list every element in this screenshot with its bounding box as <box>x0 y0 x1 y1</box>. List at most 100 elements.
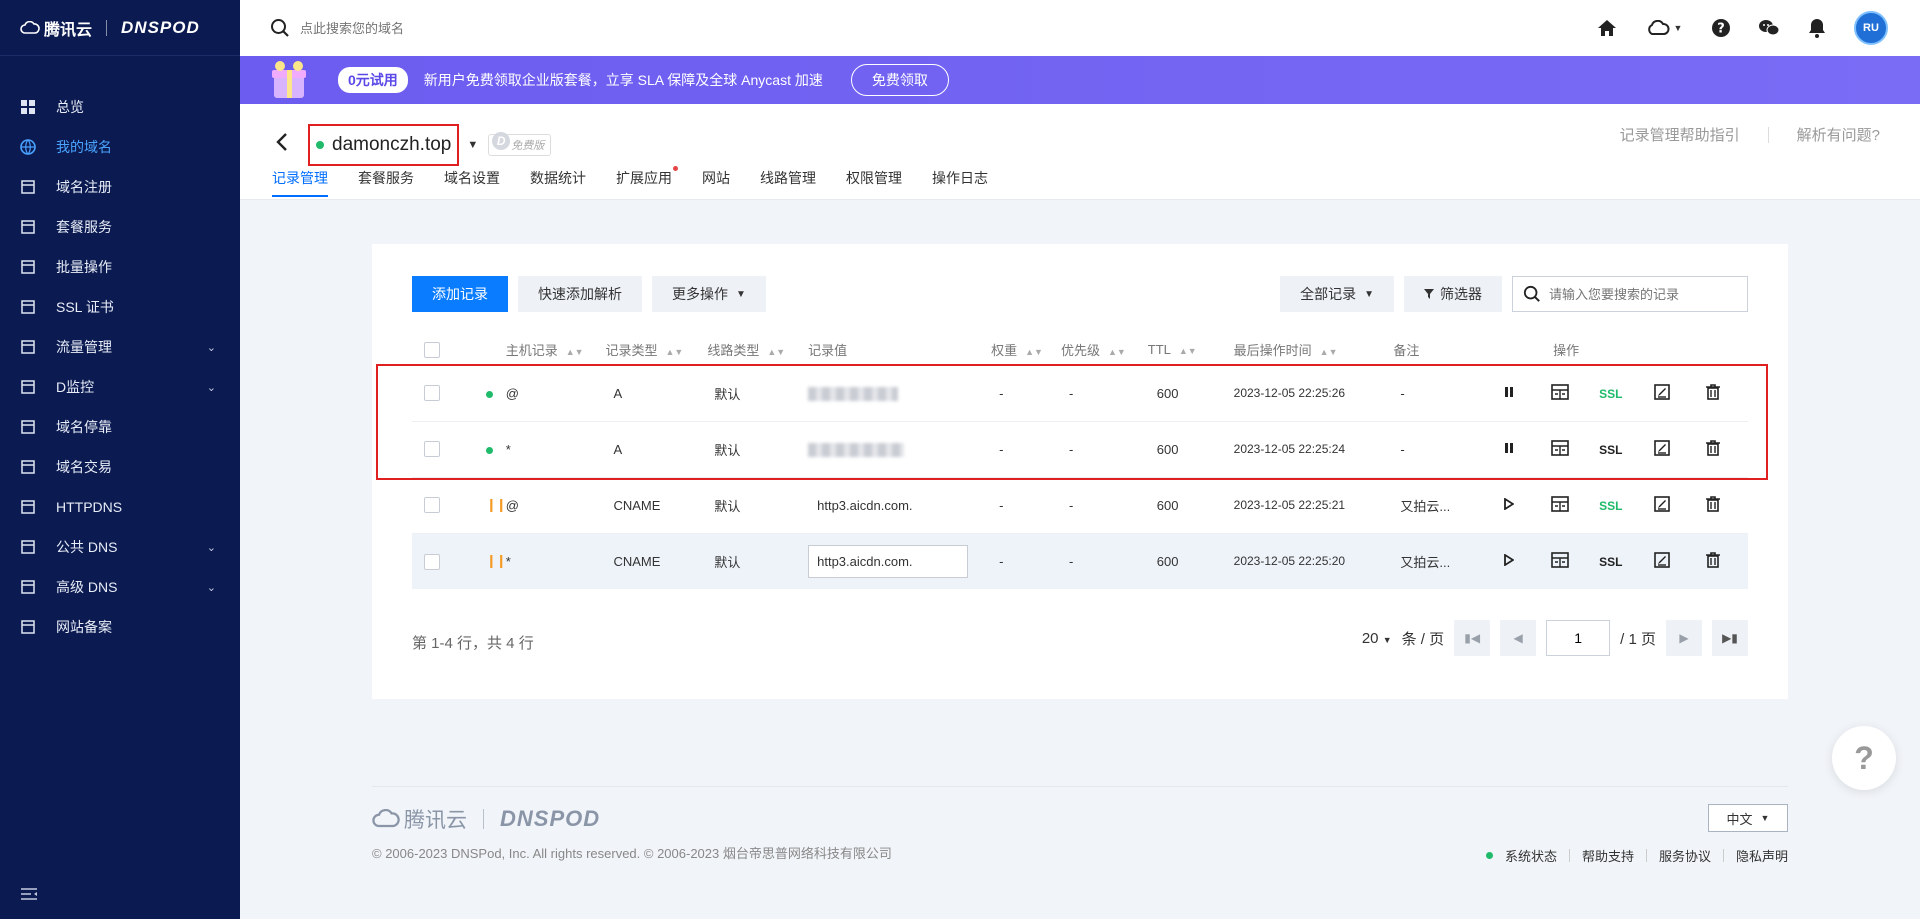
notification-bell-icon[interactable] <box>1806 17 1828 39</box>
ttl-cell: 600 <box>1156 385 1179 401</box>
type-cell: A <box>613 441 623 457</box>
tab-7[interactable]: 权限管理 <box>846 168 918 196</box>
edit-icon[interactable] <box>1652 439 1672 456</box>
table-row[interactable]: ❙❙ @ CNAME 默认 http3.aicdn.com. - - 600 2023-12-0… <box>412 476 1748 533</box>
footer-link-terms[interactable]: 服务协议 <box>1659 846 1711 865</box>
footer-link-support[interactable]: 帮助支持 <box>1582 846 1634 865</box>
quick-add-button[interactable]: 快速添加解析 <box>518 276 642 312</box>
sidebar-item-6[interactable]: 流量管理 ⌄ <box>0 327 240 367</box>
load-balance-icon[interactable] <box>1550 495 1570 512</box>
row-checkbox[interactable] <box>424 441 440 458</box>
pause-icon[interactable] <box>1499 386 1519 398</box>
footer-link-privacy[interactable]: 隐私声明 <box>1736 846 1788 865</box>
tab-5[interactable]: 网站 <box>702 168 746 196</box>
language-select[interactable]: 中文 ▼ <box>1708 804 1788 832</box>
sidebar-item-11[interactable]: 公共 DNS ⌄ <box>0 527 240 567</box>
ssl-button[interactable]: SSL <box>1599 499 1622 513</box>
tab-2[interactable]: 域名设置 <box>444 168 516 196</box>
domain-search-input[interactable] <box>300 20 600 36</box>
record-search-input[interactable] <box>1549 286 1729 302</box>
resolve-issue-link[interactable]: 解析有问题? <box>1797 124 1880 145</box>
value-header-label: 记录值 <box>808 343 848 359</box>
sidebar-item-9[interactable]: 域名交易 <box>0 447 240 487</box>
sidebar-item-8[interactable]: 域名停靠 <box>0 407 240 447</box>
cloud-products-icon[interactable]: ▼ <box>1644 17 1684 39</box>
help-guide-link[interactable]: 记录管理帮助指引 <box>1620 124 1740 145</box>
sidebar-item-5[interactable]: SSL 证书 <box>0 287 240 327</box>
tab-0[interactable]: 记录管理 <box>272 168 344 197</box>
last-page-icon[interactable]: ▶▮ <box>1712 620 1748 656</box>
load-balance-icon[interactable] <box>1550 551 1570 568</box>
sidebar-item-13[interactable]: 网站备案 <box>0 607 240 647</box>
sidebar-item-1[interactable]: 我的域名 <box>0 127 240 167</box>
sidebar-item-10[interactable]: HTTPDNS <box>0 487 240 527</box>
type-header[interactable]: 记录类型 ▲▼ <box>605 335 707 365</box>
delete-icon[interactable] <box>1703 551 1723 568</box>
tab-1[interactable]: 套餐服务 <box>358 168 430 196</box>
select-all-checkbox[interactable] <box>424 342 440 359</box>
delete-icon[interactable] <box>1703 495 1723 512</box>
sidebar-item-7[interactable]: D监控 ⌄ <box>0 367 240 407</box>
page-number-input[interactable] <box>1546 620 1611 656</box>
sidebar-item-2[interactable]: 域名注册 <box>0 167 240 207</box>
sidebar-item-0[interactable]: 总览 <box>0 87 240 127</box>
tab-8[interactable]: 操作日志 <box>932 168 1004 196</box>
row-checkbox[interactable] <box>424 553 440 570</box>
edit-icon[interactable] <box>1652 495 1672 512</box>
tab-4[interactable]: 扩展应用 <box>616 166 688 196</box>
table-row[interactable]: ❙❙ * CNAME 默认 http3.aicdn.com. - - 600 2023-12-0… <box>412 532 1748 589</box>
record-value[interactable]: http3.aicdn.com. <box>808 498 912 513</box>
load-balance-icon[interactable] <box>1550 439 1570 456</box>
sidebar-item-12[interactable]: 高级 DNS ⌄ <box>0 567 240 607</box>
priority-header[interactable]: 优先级 ▲▼ <box>1061 335 1148 365</box>
ssl-button[interactable]: SSL <box>1599 387 1622 401</box>
home-icon[interactable] <box>1596 17 1618 39</box>
ssl-button[interactable]: SSL <box>1599 443 1622 457</box>
line-header[interactable]: 线路类型 ▲▼ <box>707 335 808 365</box>
prev-page-icon[interactable]: ◀ <box>1500 620 1537 656</box>
tab-3[interactable]: 数据统计 <box>530 168 602 196</box>
help-icon[interactable]: ? <box>1710 17 1732 39</box>
host-header[interactable]: 主机记录 ▲▼ <box>506 335 606 365</box>
priority-cell: - <box>1068 441 1074 457</box>
wechat-icon[interactable] <box>1758 17 1780 39</box>
weight-header[interactable]: 权重 ▲▼ <box>991 335 1061 365</box>
ssl-button[interactable]: SSL <box>1599 555 1622 569</box>
record-value-box[interactable]: http3.aicdn.com. <box>808 544 969 578</box>
domain-dropdown-icon[interactable]: ▼ <box>467 139 478 151</box>
play-icon[interactable] <box>1499 553 1519 566</box>
table-row[interactable]: @ A 默认 - - 600 2023-12-05 22:25:26 - SSL <box>412 364 1748 421</box>
domain-selector[interactable]: damonczh.top <box>308 124 460 166</box>
sidebar-item-label: 域名注册 <box>56 179 112 195</box>
next-page-icon[interactable]: ▶ <box>1666 620 1702 656</box>
chevron-down-icon: ▼ <box>1760 813 1770 823</box>
table-row[interactable]: * A 默认 - - 600 2023-12-05 22:25:24 - SSL <box>412 420 1748 477</box>
row-checkbox[interactable] <box>424 497 440 514</box>
more-ops-button[interactable]: 更多操作 ▼ <box>652 276 766 312</box>
help-fab-button[interactable]: ? <box>1832 726 1896 790</box>
sidebar-item-4[interactable]: 批量操作 <box>0 247 240 287</box>
ttl-header[interactable]: TTL ▲▼ <box>1148 335 1234 365</box>
page-size-select[interactable]: 20 ▼ <box>1362 630 1392 647</box>
add-record-button[interactable]: 添加记录 <box>412 276 508 312</box>
filter-button[interactable]: 筛选器 <box>1404 276 1502 312</box>
pause-icon[interactable] <box>1499 442 1519 454</box>
sidebar-logo[interactable]: 腾讯云 DNSPOD <box>0 0 240 56</box>
collapse-sidebar-icon[interactable] <box>20 887 38 901</box>
tab-6[interactable]: 线路管理 <box>760 168 832 196</box>
edit-icon[interactable] <box>1652 551 1672 568</box>
time-header[interactable]: 最后操作时间 ▲▼ <box>1234 335 1394 365</box>
edit-icon[interactable] <box>1652 383 1672 400</box>
back-icon[interactable] <box>276 132 288 158</box>
first-page-icon[interactable]: ▮◀ <box>1454 620 1491 656</box>
all-records-dropdown[interactable]: 全部记录 ▼ <box>1280 276 1394 312</box>
delete-icon[interactable] <box>1703 439 1723 456</box>
sidebar-item-3[interactable]: 套餐服务 <box>0 207 240 247</box>
row-checkbox[interactable] <box>424 385 440 402</box>
load-balance-icon[interactable] <box>1550 383 1570 400</box>
footer-link-status[interactable]: 系统状态 <box>1505 846 1557 865</box>
play-icon[interactable] <box>1499 497 1519 510</box>
delete-icon[interactable] <box>1703 383 1723 400</box>
user-avatar[interactable]: RU <box>1854 11 1888 45</box>
claim-free-button[interactable]: 免费领取 <box>850 64 949 96</box>
